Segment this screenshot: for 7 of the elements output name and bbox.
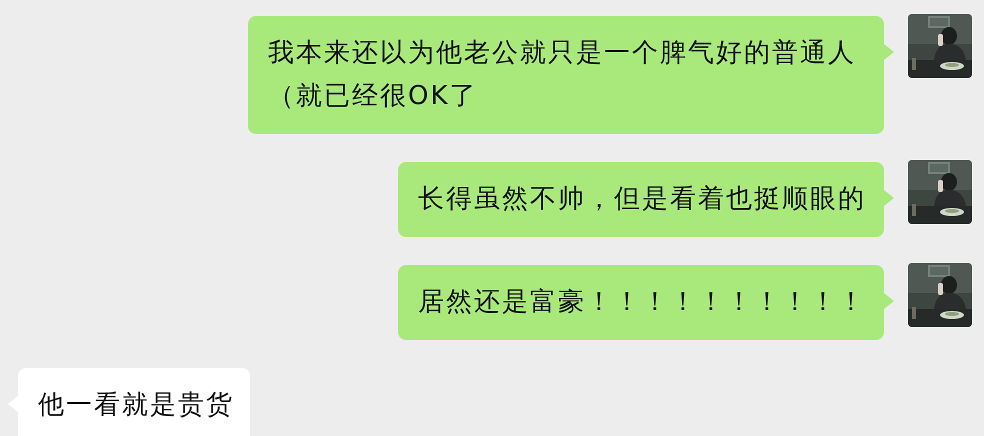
bubble-tail [884, 293, 894, 309]
message-bubble: 长得虽然不帅，但是看着也挺顺眼的 [398, 162, 884, 237]
message-bubble: 我本来还以为他老公就只是一个脾气好的普通人（就已经很OK了 [248, 16, 884, 134]
message-bubble: 他一看就是贵货 [18, 368, 250, 436]
message-bubble: 居然还是富豪！！！！！！！！！！ [398, 265, 884, 340]
bubble-tail [884, 190, 894, 206]
bubble-tail [884, 44, 894, 60]
